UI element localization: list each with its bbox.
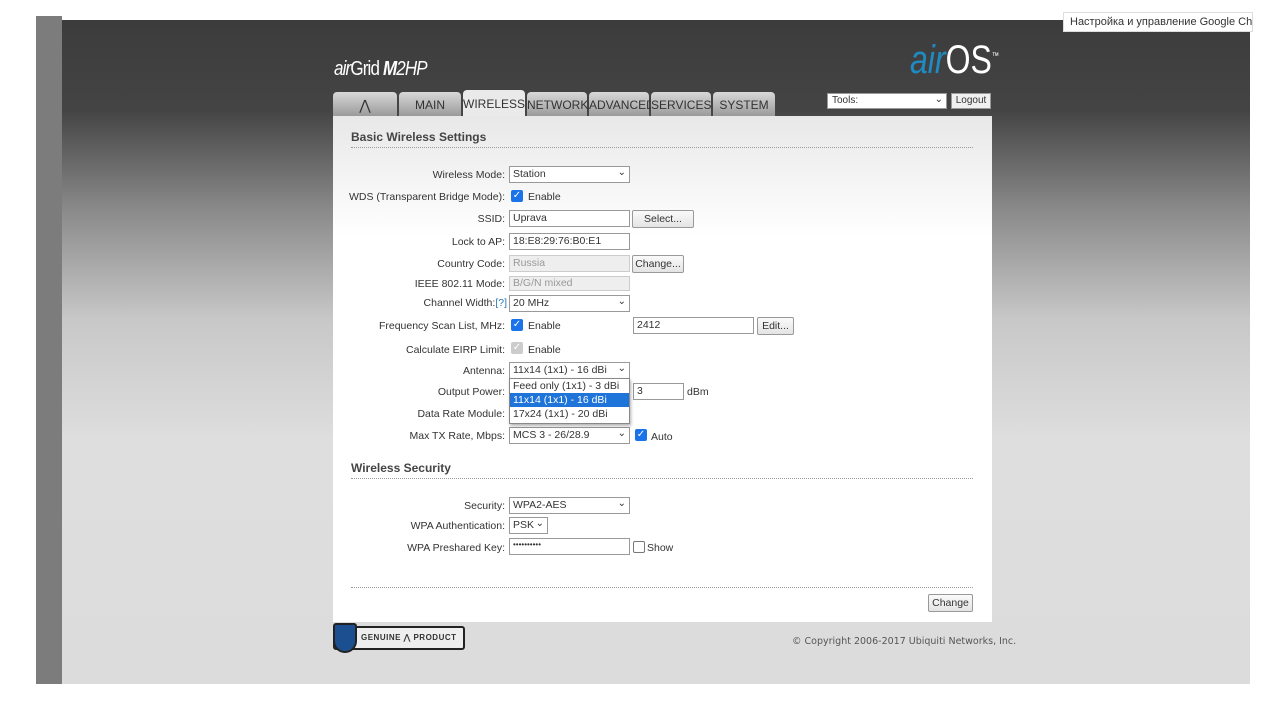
tab-advanced[interactable]: ADVANCED [589, 92, 655, 116]
freq-scan-enable-label: Enable [528, 320, 561, 332]
wds-enable-label: Enable [528, 191, 561, 203]
tab-network[interactable]: NETWORK [527, 92, 588, 116]
wpa-auth-label: WPA Authentication: [410, 520, 505, 532]
wds-checkbox[interactable]: ✓ [511, 190, 523, 202]
tab-wireless[interactable]: WIRELESS [463, 90, 525, 116]
output-power-input[interactable]: 3 [633, 383, 684, 400]
freq-scan-label: Frequency Scan List, MHz: [378, 320, 505, 332]
data-rate-label: Data Rate Module: [417, 408, 505, 420]
airos-logo: airOS™ [910, 40, 999, 80]
chevron-down-icon: ⌄ [535, 518, 544, 529]
chevron-down-icon: ⌄ [934, 94, 943, 105]
wds-label: WDS (Transparent Bridge Mode): [349, 191, 505, 203]
output-power-label: Output Power: [437, 386, 505, 398]
tab-system[interactable]: SYSTEM [713, 92, 775, 116]
antenna-value: 11x14 (1x1) - 16 dBi [513, 364, 607, 376]
change-button[interactable]: Change [928, 594, 973, 612]
security-value: WPA2-AES [513, 499, 567, 511]
tools-label: Tools: [832, 95, 859, 106]
ssid-select-button[interactable]: Select... [632, 210, 694, 228]
chevron-down-icon: ⌄ [617, 296, 626, 307]
channel-width-help-link[interactable]: [?] [495, 297, 507, 309]
max-tx-select[interactable]: MCS 3 - 26/28.9 ⌄ [509, 427, 630, 444]
product-logo: airGrid M2HP [334, 58, 428, 81]
antenna-select[interactable]: 11x14 (1x1) - 16 dBi ⌄ [509, 362, 630, 379]
channel-width-value: 20 MHz [513, 297, 550, 309]
ieee-mode-label: IEEE 802.11 Mode: [414, 278, 505, 290]
section-title-security: Wireless Security [351, 461, 973, 479]
psk-show-label: Show [647, 542, 674, 554]
logo-m: M [382, 58, 397, 80]
psk-show-checkbox[interactable] [633, 541, 645, 553]
wireless-mode-select[interactable]: Station ⌄ [509, 166, 630, 183]
freq-scan-edit-button[interactable]: Edit... [757, 317, 794, 335]
logo-air: air [334, 58, 351, 80]
ssid-input[interactable]: Uprava [509, 210, 630, 227]
output-power-unit: dBm [687, 386, 709, 398]
lock-ap-label: Lock to AP: [451, 236, 505, 248]
ubnt-logo-icon: ⋀ [359, 97, 371, 113]
lock-shield-icon [333, 623, 357, 653]
divider [351, 576, 973, 588]
country-change-button[interactable]: Change... [632, 255, 684, 273]
airos-air: air [910, 38, 946, 82]
section-title-basic: Basic Wireless Settings [351, 130, 973, 148]
tab-ubnt-logo[interactable]: ⋀ [333, 92, 397, 116]
psk-input[interactable]: •••••••••• [509, 538, 630, 555]
chevron-down-icon: ⌄ [617, 498, 626, 509]
max-tx-auto-label: Auto [651, 431, 673, 443]
logo-grid: Grid [350, 58, 383, 80]
wireless-mode-value: Station [513, 168, 546, 180]
max-tx-label: Max TX Rate, Mbps: [409, 430, 505, 442]
left-strip [36, 16, 62, 684]
channel-width-text: Channel Width: [423, 297, 496, 309]
airos-tm: ™ [991, 50, 999, 61]
chevron-down-icon: ⌄ [617, 167, 626, 178]
antenna-option[interactable]: 17x24 (1x1) - 20 dBi [510, 407, 629, 421]
eirp-label: Calculate EIRP Limit: [405, 344, 505, 356]
antenna-option[interactable]: Feed only (1x1) - 3 dBi [510, 379, 629, 393]
psk-label: WPA Preshared Key: [407, 542, 505, 554]
country-code-label: Country Code: [437, 258, 505, 270]
copyright: © Copyright 2006-2017 Ubiquiti Networks,… [792, 636, 1017, 647]
airos-os: OS [945, 38, 992, 82]
max-tx-auto-checkbox[interactable]: ✓ [635, 429, 647, 441]
lock-ap-input[interactable]: 18:E8:29:76:B0:E1 [509, 233, 630, 250]
eirp-checkbox: ✓ [511, 342, 523, 354]
main-tabs: ⋀ MAIN WIRELESS NETWORK ADVANCED SERVICE… [333, 90, 775, 116]
settings-panel: Basic Wireless Settings Wireless Mode: S… [333, 116, 992, 622]
antenna-label: Antenna: [462, 365, 505, 377]
security-label: Security: [464, 500, 505, 512]
security-select[interactable]: WPA2-AES ⌄ [509, 497, 630, 514]
channel-width-select[interactable]: 20 MHz ⌄ [509, 295, 630, 312]
antenna-option-selected[interactable]: 11x14 (1x1) - 16 dBi [510, 393, 629, 407]
country-code-input: Russia [509, 255, 630, 272]
genuine-text: GENUINE ⋀ PRODUCT [361, 633, 457, 642]
logout-button[interactable]: Logout [951, 93, 991, 109]
wpa-auth-select[interactable]: PSK ⌄ [509, 517, 548, 534]
tab-services[interactable]: SERVICES [651, 92, 711, 116]
channel-width-label: Channel Width:[?] [424, 297, 507, 309]
freq-scan-checkbox[interactable]: ✓ [511, 319, 523, 331]
ssid-label: SSID: [477, 213, 505, 225]
chevron-down-icon: ⌄ [617, 428, 626, 439]
chevron-down-icon: ⌄ [617, 363, 626, 374]
max-tx-value: MCS 3 - 26/28.9 [513, 429, 590, 441]
logo-model: 2HP [396, 58, 427, 80]
wireless-mode-label: Wireless Mode: [432, 169, 505, 181]
ieee-mode-input: B/G/N mixed [509, 276, 630, 291]
antenna-dropdown: Feed only (1x1) - 3 dBi 11x14 (1x1) - 16… [509, 378, 630, 424]
tab-main[interactable]: MAIN [399, 92, 461, 116]
browser-tooltip: Настройка и управление Google Chrome [1063, 12, 1253, 32]
wpa-auth-value: PSK [513, 519, 535, 531]
tools-select[interactable]: Tools: ⌄ [827, 93, 947, 109]
freq-scan-input[interactable]: 2412 [633, 317, 754, 334]
eirp-enable-label: Enable [528, 344, 561, 356]
